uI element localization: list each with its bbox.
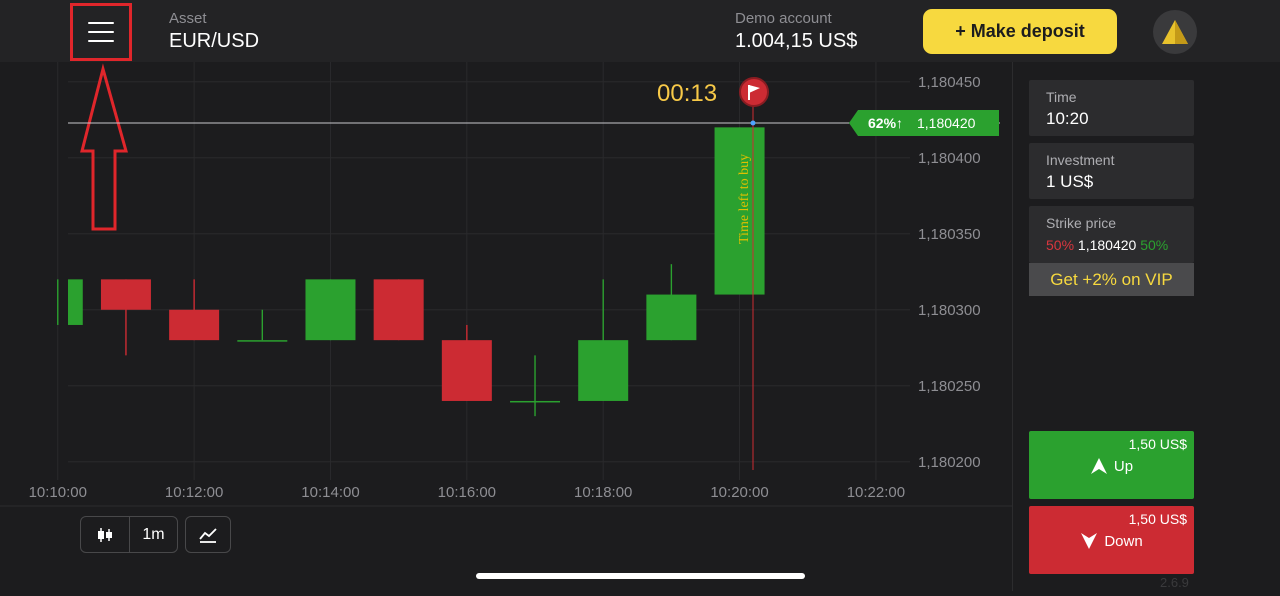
price-dot (750, 120, 756, 126)
candle-body (578, 340, 629, 401)
investment-label: Investment (1046, 152, 1115, 168)
make-deposit-button[interactable]: + Make deposit (923, 9, 1117, 54)
x-tick-label: 10:12:00 (165, 484, 223, 501)
panel-divider (1012, 62, 1013, 591)
candle-body (100, 279, 151, 310)
x-tick-label: 10:20:00 (710, 484, 768, 501)
avatar[interactable] (1153, 10, 1197, 54)
candle-body (305, 279, 356, 341)
countdown-timer: 00:13 (657, 80, 717, 107)
home-indicator (476, 573, 805, 579)
chart-type-group: 1m (80, 516, 178, 553)
candle-body (646, 294, 697, 341)
strike-row: 50% 1,180420 50% (1046, 237, 1168, 253)
candle-body (68, 279, 83, 325)
candle-body (169, 309, 220, 341)
x-tick-label: 10:14:00 (301, 484, 359, 501)
indicators-icon[interactable] (185, 516, 231, 553)
price-badge-percent: 62%↑ (868, 115, 903, 131)
y-tick-label: 1,180300 (918, 302, 981, 319)
strike-price: 1,180420 (1077, 237, 1137, 253)
candle-body (441, 340, 492, 401)
price-badge-price: 1,180420 (917, 115, 976, 131)
pyramid-icon (1162, 20, 1188, 44)
account-balance[interactable]: 1.004,15 US$ (735, 30, 857, 53)
strike-panel: Strike price 50% 1,180420 50% (1029, 206, 1194, 263)
menu-icon-line (88, 40, 114, 42)
down-label: Down (1104, 532, 1143, 550)
x-tick-label: 10:18:00 (574, 484, 632, 501)
arrow-up-icon (1090, 458, 1107, 474)
candlestick-icon[interactable] (81, 517, 129, 552)
chart-toolbar: 1m (80, 516, 231, 553)
asset-label: Asset (169, 10, 207, 27)
menu-icon-line (88, 22, 114, 24)
candle-body (373, 279, 424, 341)
strike-label: Strike price (1046, 215, 1117, 231)
strike-up-percent: 50% (1140, 237, 1169, 253)
account-label: Demo account (735, 10, 832, 27)
candle-body (237, 340, 288, 342)
flag-icon[interactable] (739, 77, 769, 107)
down-button[interactable]: 1,50 US$ Down (1029, 506, 1194, 574)
up-label: Up (1113, 457, 1134, 475)
investment-value: 1 US$ (1046, 172, 1094, 191)
candle-body (510, 400, 561, 403)
time-label: Time (1046, 89, 1077, 105)
menu-button[interactable] (70, 3, 132, 61)
x-tick-label: 10:16:00 (438, 484, 496, 501)
time-value: 10:20 (1046, 109, 1089, 128)
time-left-label: Time left to buy (737, 154, 752, 244)
vip-button[interactable]: Get +2% on VIP (1029, 263, 1194, 296)
price-badge: 62%↑ 1,180420 (849, 110, 999, 136)
asset-selector[interactable]: EUR/USD (169, 30, 259, 53)
up-amount: 1,50 US$ (1128, 436, 1187, 452)
up-row: Up (1029, 457, 1194, 475)
arrow-down-icon (1081, 533, 1098, 549)
x-tick-label: 10:10:00 (29, 484, 87, 501)
down-row: Down (1029, 532, 1194, 550)
timeframe-button[interactable]: 1m (129, 517, 177, 552)
menu-icon-line (88, 31, 114, 33)
chart-svg: 1,180450 1,180400 1,180350 1,180300 1,180250… (0, 62, 1012, 507)
up-button[interactable]: 1,50 US$ Up (1029, 431, 1194, 499)
strike-down-percent: 50% (1046, 237, 1075, 253)
y-tick-label: 1,180200 (918, 454, 981, 471)
y-tick-label: 1,180350 (918, 226, 981, 243)
y-tick-label: 1,180250 (918, 378, 981, 395)
version-label: 2.6.9 (1160, 575, 1189, 590)
price-chart[interactable]: 1,180450 1,180400 1,180350 1,180300 1,180250… (0, 62, 1012, 591)
time-panel[interactable]: Time 10:20 (1029, 80, 1194, 136)
investment-panel[interactable]: Investment 1 US$ (1029, 143, 1194, 199)
x-tick-label: 10:22:00 (847, 484, 905, 501)
y-tick-label: 1,180450 (918, 74, 981, 91)
annotation-arrow (80, 63, 128, 231)
down-amount: 1,50 US$ (1128, 511, 1187, 527)
y-tick-label: 1,180400 (918, 150, 981, 167)
